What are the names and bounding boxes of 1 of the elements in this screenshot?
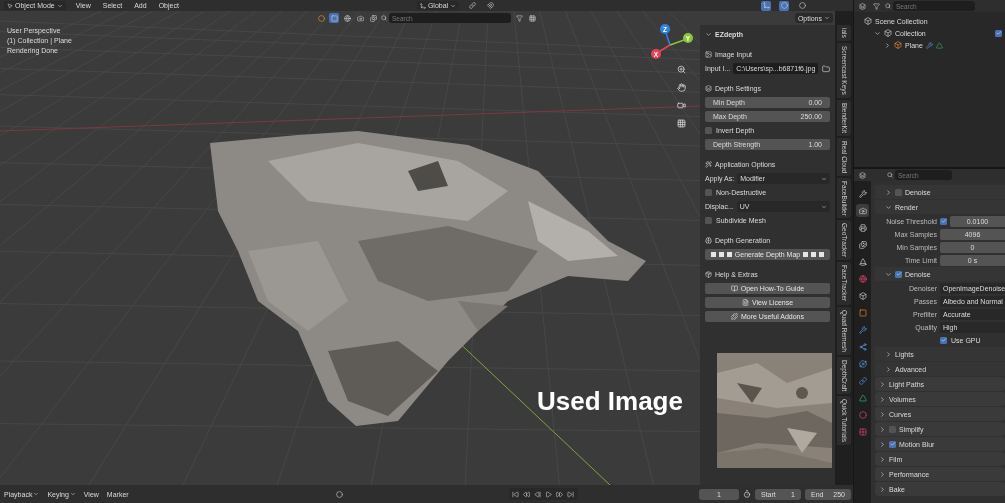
image-caption: Used Image xyxy=(537,386,683,417)
